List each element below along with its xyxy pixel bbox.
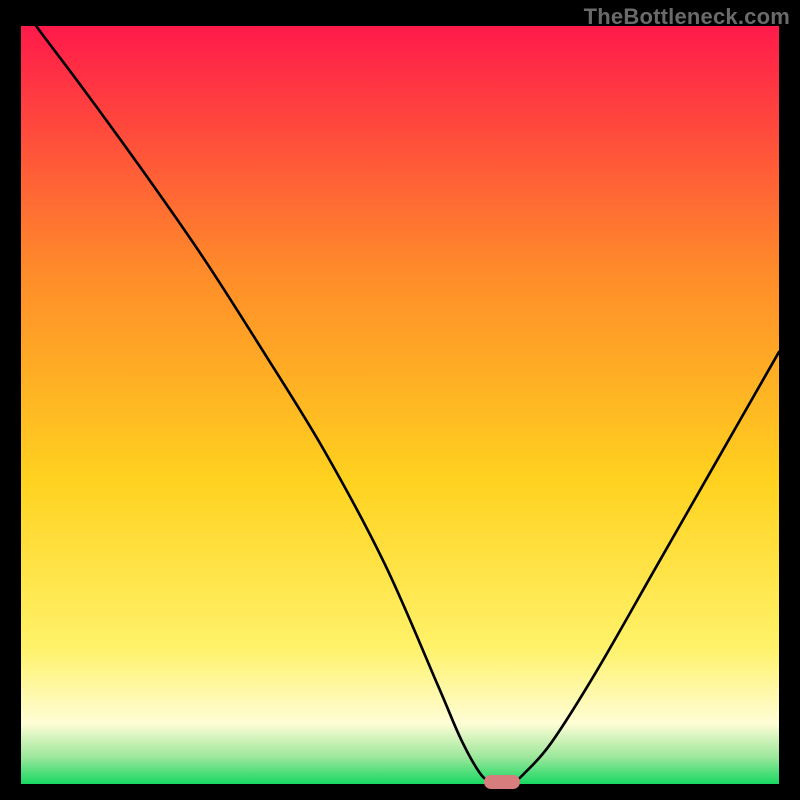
bottleneck-plot <box>21 26 779 784</box>
chart-frame: TheBottleneck.com <box>0 0 800 800</box>
watermark-text: TheBottleneck.com <box>584 4 790 30</box>
gradient-background <box>21 26 779 784</box>
optimal-marker <box>484 775 520 789</box>
